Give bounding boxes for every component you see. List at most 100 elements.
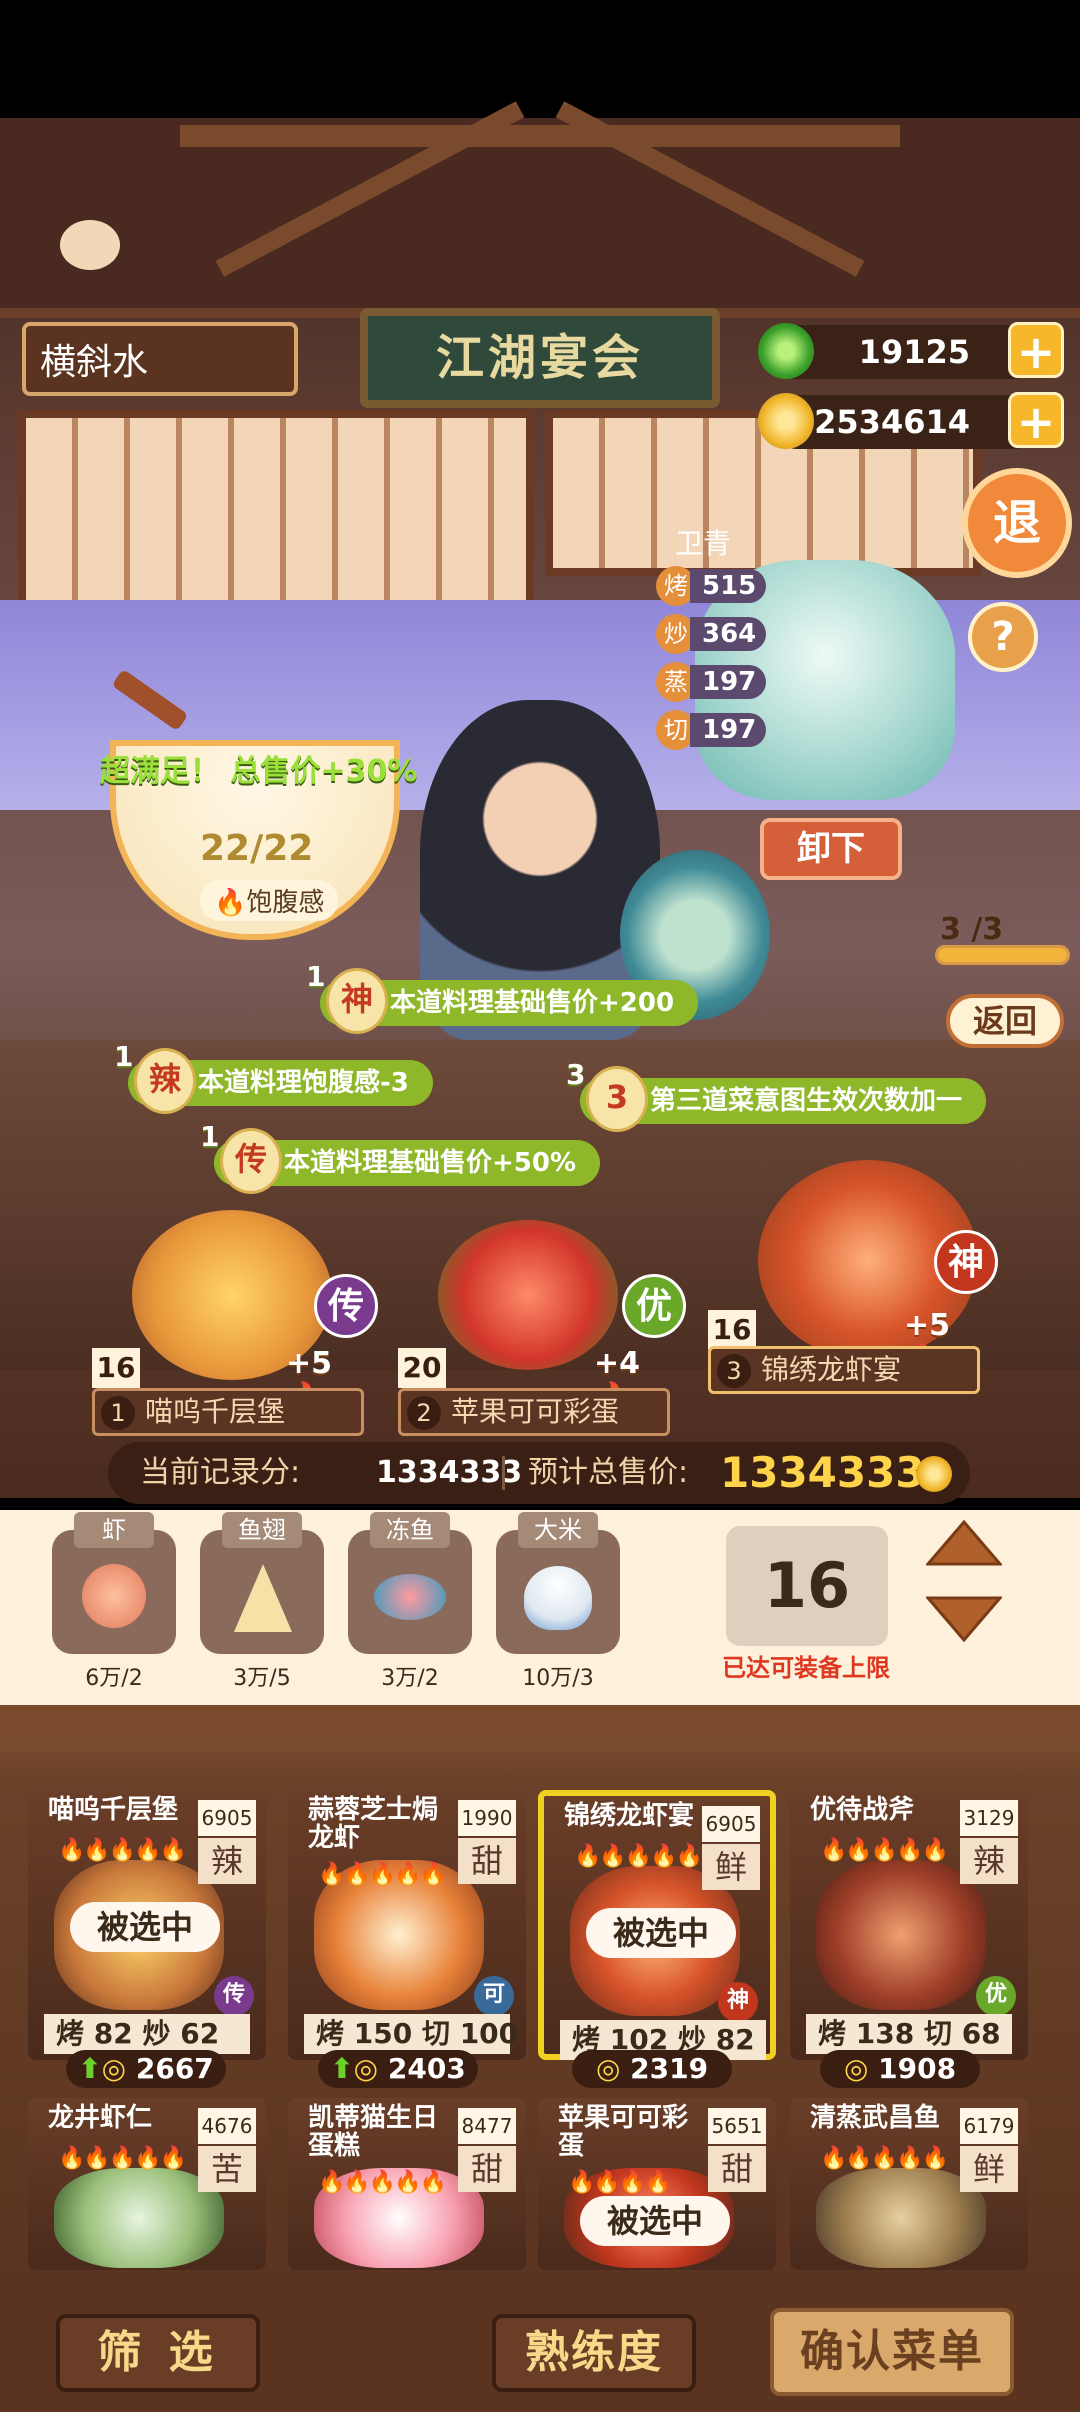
recipe-price: 6905: [198, 1800, 256, 1836]
unload-button[interactable]: 卸下: [760, 818, 902, 880]
dish-label: 3 锦绣龙虾宴: [708, 1346, 980, 1394]
chef-stats: 烤 515 炒 364 蒸 197 切 197: [656, 566, 786, 750]
recipe-coin: ⬆◎ 2403: [318, 2050, 478, 2088]
recipe-card[interactable]: 龙井虾仁 4676 苦 🔥🔥🔥🔥🔥: [28, 2098, 266, 2270]
effect-tag: 1 神 本道料理基础售价+200: [306, 960, 699, 1034]
roof-beam: [180, 125, 900, 147]
add-jade-button[interactable]: +: [1008, 322, 1064, 379]
fire-rating: 🔥🔥🔥🔥🔥: [820, 2146, 949, 2171]
effect-text: 本道料理基础售价+50%: [284, 1148, 577, 1178]
recipe-price: 6179: [960, 2108, 1018, 2144]
recipe-name: 苹果可可彩蛋: [558, 2103, 689, 2161]
recipe-name: 清蒸武昌鱼: [810, 2103, 941, 2133]
recipe-coin-value: 2403: [387, 2052, 466, 2085]
equip-capacity: 16: [726, 1526, 888, 1646]
recipe-card-highlighted[interactable]: 锦绣龙虾宴 6905 鲜 🔥🔥🔥🔥🔥 被选中 神 烤 102 炒 82: [538, 1790, 776, 2060]
scroll-up-button[interactable]: [924, 1519, 1004, 1566]
ingredient-name: 鱼翅: [222, 1512, 302, 1548]
stat-roast: 烤 515: [656, 566, 786, 606]
effect-badge: 神: [326, 968, 388, 1034]
ingredient-count: 3万/5: [233, 1666, 291, 1691]
recipe-card[interactable]: 优待战斧 3129 辣 🔥🔥🔥🔥🔥 优 烤 138 切 68: [790, 1790, 1028, 2060]
recipe-taste: 辣: [960, 1838, 1018, 1884]
dish-name: 苹果可可彩蛋: [451, 1395, 620, 1428]
effect-badge: 传: [220, 1128, 282, 1194]
stat-value: 364: [690, 617, 767, 651]
roof: [0, 118, 1080, 318]
menu-dish-1[interactable]: 传 16 +5🔥 1 喵呜千层堡: [92, 1210, 378, 1436]
ingredient-rice[interactable]: 大米 10万/3: [496, 1512, 620, 1692]
filter-button[interactable]: 筛 选: [56, 2314, 260, 2392]
exit-button[interactable]: 退: [962, 468, 1072, 578]
fire-rating: 🔥🔥🔥🔥🔥: [574, 1844, 703, 1869]
recipe-card[interactable]: 蒜蓉芝士焗龙虾 1990 甜 🔥🔥🔥🔥🔥 可 烤 150 切 100: [288, 1790, 526, 2060]
dish-bonus-value: +5: [904, 1308, 951, 1343]
recipe-skills: 烤 82 炒 62: [44, 2014, 250, 2054]
stat-value: 197: [690, 713, 767, 747]
coin-icon: ◎: [843, 2052, 869, 2085]
effect-count: 1: [114, 1040, 134, 1073]
rarity-badge: 传: [214, 1976, 254, 2016]
menu-dish-2[interactable]: 优 20 +4🔥 2 苹果可可彩蛋: [398, 1210, 686, 1436]
recipe-card[interactable]: 凯蒂猫生日蛋糕 8477 甜 🔥🔥🔥🔥🔥: [288, 2098, 526, 2270]
fire-rating: 🔥🔥🔥🔥🔥: [318, 1862, 447, 1887]
jade-icon: [758, 323, 814, 379]
recipe-card[interactable]: 清蒸武昌鱼 6179 鲜 🔥🔥🔥🔥🔥: [790, 2098, 1028, 2270]
rarity-badge: 神: [718, 1982, 758, 2022]
dish-level: 16: [708, 1310, 756, 1350]
ingredient-tile: 冻鱼: [348, 1512, 472, 1654]
selected-badge: 被选中: [580, 2196, 730, 2246]
dish-index: 1: [101, 1396, 135, 1430]
coin-icon: ◎: [101, 2052, 127, 2085]
ingredient-count: 6万/2: [85, 1666, 143, 1691]
fire-rating: 🔥🔥🔥🔥🔥: [820, 1838, 949, 1863]
dish-progress-text: 3 /3: [940, 912, 1004, 947]
ingredient-shark-fin[interactable]: 鱼翅 3万/5: [200, 1512, 324, 1692]
dish-level: 20: [398, 1348, 446, 1388]
scroll-down-button[interactable]: [924, 1596, 1004, 1643]
add-coin-button[interactable]: +: [1008, 392, 1064, 449]
effect-text: 第三道菜意图生效次数加一: [650, 1086, 963, 1116]
selected-badge: 被选中: [586, 1908, 736, 1958]
player-name: 横斜水: [22, 322, 298, 396]
recipe-coin-value: 2667: [135, 2052, 214, 2085]
recipe-card[interactable]: 苹果可可彩蛋 5651 甜 🔥🔥🔥🔥 被选中: [538, 2098, 776, 2270]
satiety-meter: 22/22: [200, 828, 314, 869]
chevron-down-icon: [924, 1596, 1004, 1643]
coin-icon: [758, 393, 814, 449]
chef-name: 卫青: [675, 527, 732, 560]
recipe-taste: 甜: [458, 1838, 516, 1884]
ingredient-count: 3万/2: [381, 1666, 439, 1691]
dish-progress-fill: [938, 948, 1067, 962]
recipe-price: 6905: [702, 1806, 760, 1842]
menu-dish-3[interactable]: 神 16 +5🔥 3 锦绣龙虾宴: [708, 1160, 998, 1435]
coin-icon: ◎: [353, 2052, 379, 2085]
effect-badge: 3: [586, 1066, 648, 1132]
event-title: 江湖宴会: [360, 308, 720, 408]
recipe-taste: 辣: [198, 1838, 256, 1884]
dish-progress-bar: [935, 945, 1070, 965]
ingredient-frozen-fish[interactable]: 冻鱼 3万/2: [348, 1512, 472, 1692]
recipe-coin-value: 1908: [878, 2052, 957, 2085]
recipe-coin: ◎ 2319: [572, 2050, 732, 2088]
ingredient-count: 10万/3: [522, 1666, 594, 1691]
effect-count: 3: [566, 1058, 586, 1091]
coin-icon: ◎: [595, 2052, 621, 2085]
stat-steam: 蒸 197: [656, 662, 786, 702]
effect-text: 本道料理饱腹感-3: [198, 1068, 409, 1098]
mastery-button[interactable]: 熟练度: [492, 2314, 696, 2392]
ingredient-tile: 大米: [496, 1512, 620, 1654]
recipe-taste: 苦: [198, 2146, 256, 2192]
satiety-label: 🔥饱腹感: [200, 880, 339, 921]
total-label: 预计总售价:: [528, 1455, 689, 1490]
recipe-card[interactable]: 喵呜千层堡 6905 辣 🔥🔥🔥🔥🔥 被选中 传 烤 82 炒 62: [28, 1790, 266, 2060]
stat-value: 515: [690, 569, 767, 603]
ingredient-shrimp[interactable]: 虾 6万/2: [52, 1512, 176, 1692]
dish-label: 1 喵呜千层堡: [92, 1388, 364, 1436]
confirm-menu-button[interactable]: 确认菜单: [770, 2308, 1014, 2396]
help-button[interactable]: ?: [968, 602, 1038, 672]
back-button[interactable]: 返回: [946, 994, 1064, 1048]
fire-rating: 🔥🔥🔥🔥🔥: [58, 2146, 187, 2171]
chevron-up-icon: [924, 1519, 1004, 1566]
effect-text: 本道料理基础售价+200: [390, 988, 675, 1018]
